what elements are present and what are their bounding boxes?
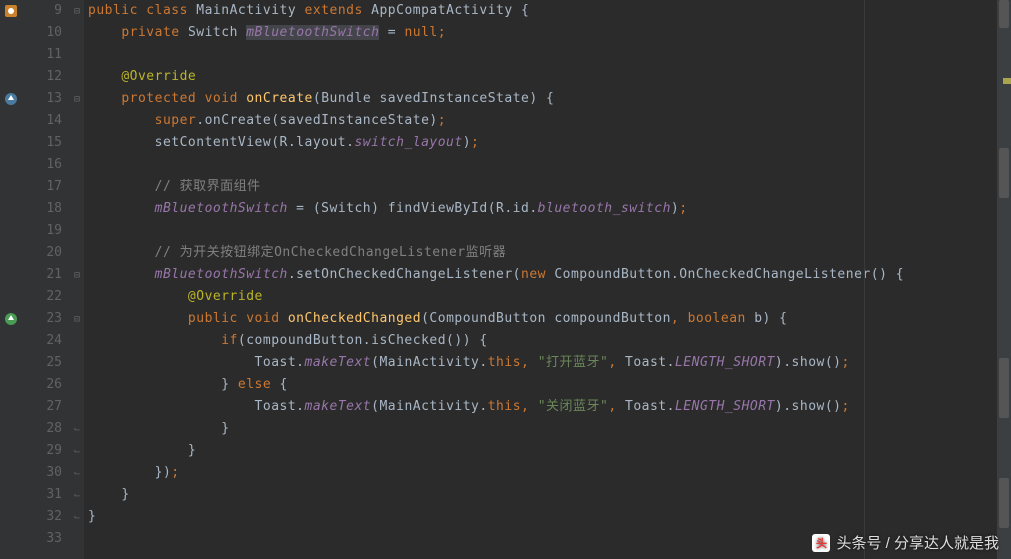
watermark: 头 头条号 / 分享达人就是我 (812, 532, 999, 553)
line-number: 10 (22, 22, 62, 44)
line-number: 18 (22, 198, 62, 220)
line-number: 33 (22, 528, 62, 550)
line-number: 30 (22, 462, 62, 484)
scrollbar[interactable] (997, 0, 1011, 559)
line-number: 19 (22, 220, 62, 242)
class-icon[interactable] (0, 0, 22, 22)
fold-toggle[interactable]: ⊟ (70, 308, 84, 330)
fold-column: ⊟ ⊟ ⊟ ⊟ ⌙ ⌙ ⌙ ⌙ ⌙ (70, 0, 84, 559)
fold-toggle[interactable]: ⊟ (70, 264, 84, 286)
line-number: 20 (22, 242, 62, 264)
line-number: 21 (22, 264, 62, 286)
line-number: 22 (22, 286, 62, 308)
fold-close[interactable]: ⌙ (70, 506, 84, 528)
fold-close[interactable]: ⌙ (70, 462, 84, 484)
line-number: 32 (22, 506, 62, 528)
scroll-thumb[interactable] (999, 148, 1009, 198)
line-number: 29 (22, 440, 62, 462)
line-number: 13 (22, 88, 62, 110)
line-number: 23 (22, 308, 62, 330)
fold-close[interactable]: ⌙ (70, 484, 84, 506)
line-number-gutter: 9 10 11 12 13 14 15 16 17 18 19 20 21 22… (22, 0, 70, 559)
code-text-area[interactable]: public class MainActivity extends AppCom… (84, 0, 1011, 559)
scroll-thumb[interactable] (999, 358, 1009, 418)
fold-close[interactable]: ⌙ (70, 418, 84, 440)
fold-toggle[interactable]: ⊟ (70, 0, 84, 22)
line-number: 11 (22, 44, 62, 66)
highlighted-identifier: mBluetoothSwitch (246, 25, 379, 40)
right-margin-line (864, 0, 865, 559)
line-number: 28 (22, 418, 62, 440)
toutiao-logo-icon: 头 (812, 534, 830, 552)
line-number: 15 (22, 132, 62, 154)
line-number: 31 (22, 484, 62, 506)
watermark-text: 头条号 / 分享达人就是我 (836, 532, 999, 553)
fold-toggle[interactable]: ⊟ (70, 88, 84, 110)
scroll-thumb[interactable] (999, 0, 1009, 28)
line-number: 27 (22, 396, 62, 418)
scroll-thumb[interactable] (999, 478, 1009, 528)
code-editor: 9 10 11 12 13 14 15 16 17 18 19 20 21 22… (0, 0, 1011, 559)
override-up-icon[interactable] (0, 88, 22, 110)
implement-up-icon[interactable] (0, 308, 22, 330)
line-number: 9 (22, 0, 62, 22)
line-number: 12 (22, 66, 62, 88)
warning-stripe[interactable] (1003, 78, 1011, 84)
gutter-icon-column (0, 0, 22, 559)
line-number: 25 (22, 352, 62, 374)
line-number: 26 (22, 374, 62, 396)
fold-close[interactable]: ⌙ (70, 440, 84, 462)
line-number: 14 (22, 110, 62, 132)
line-number: 17 (22, 176, 62, 198)
line-number: 24 (22, 330, 62, 352)
line-number: 16 (22, 154, 62, 176)
